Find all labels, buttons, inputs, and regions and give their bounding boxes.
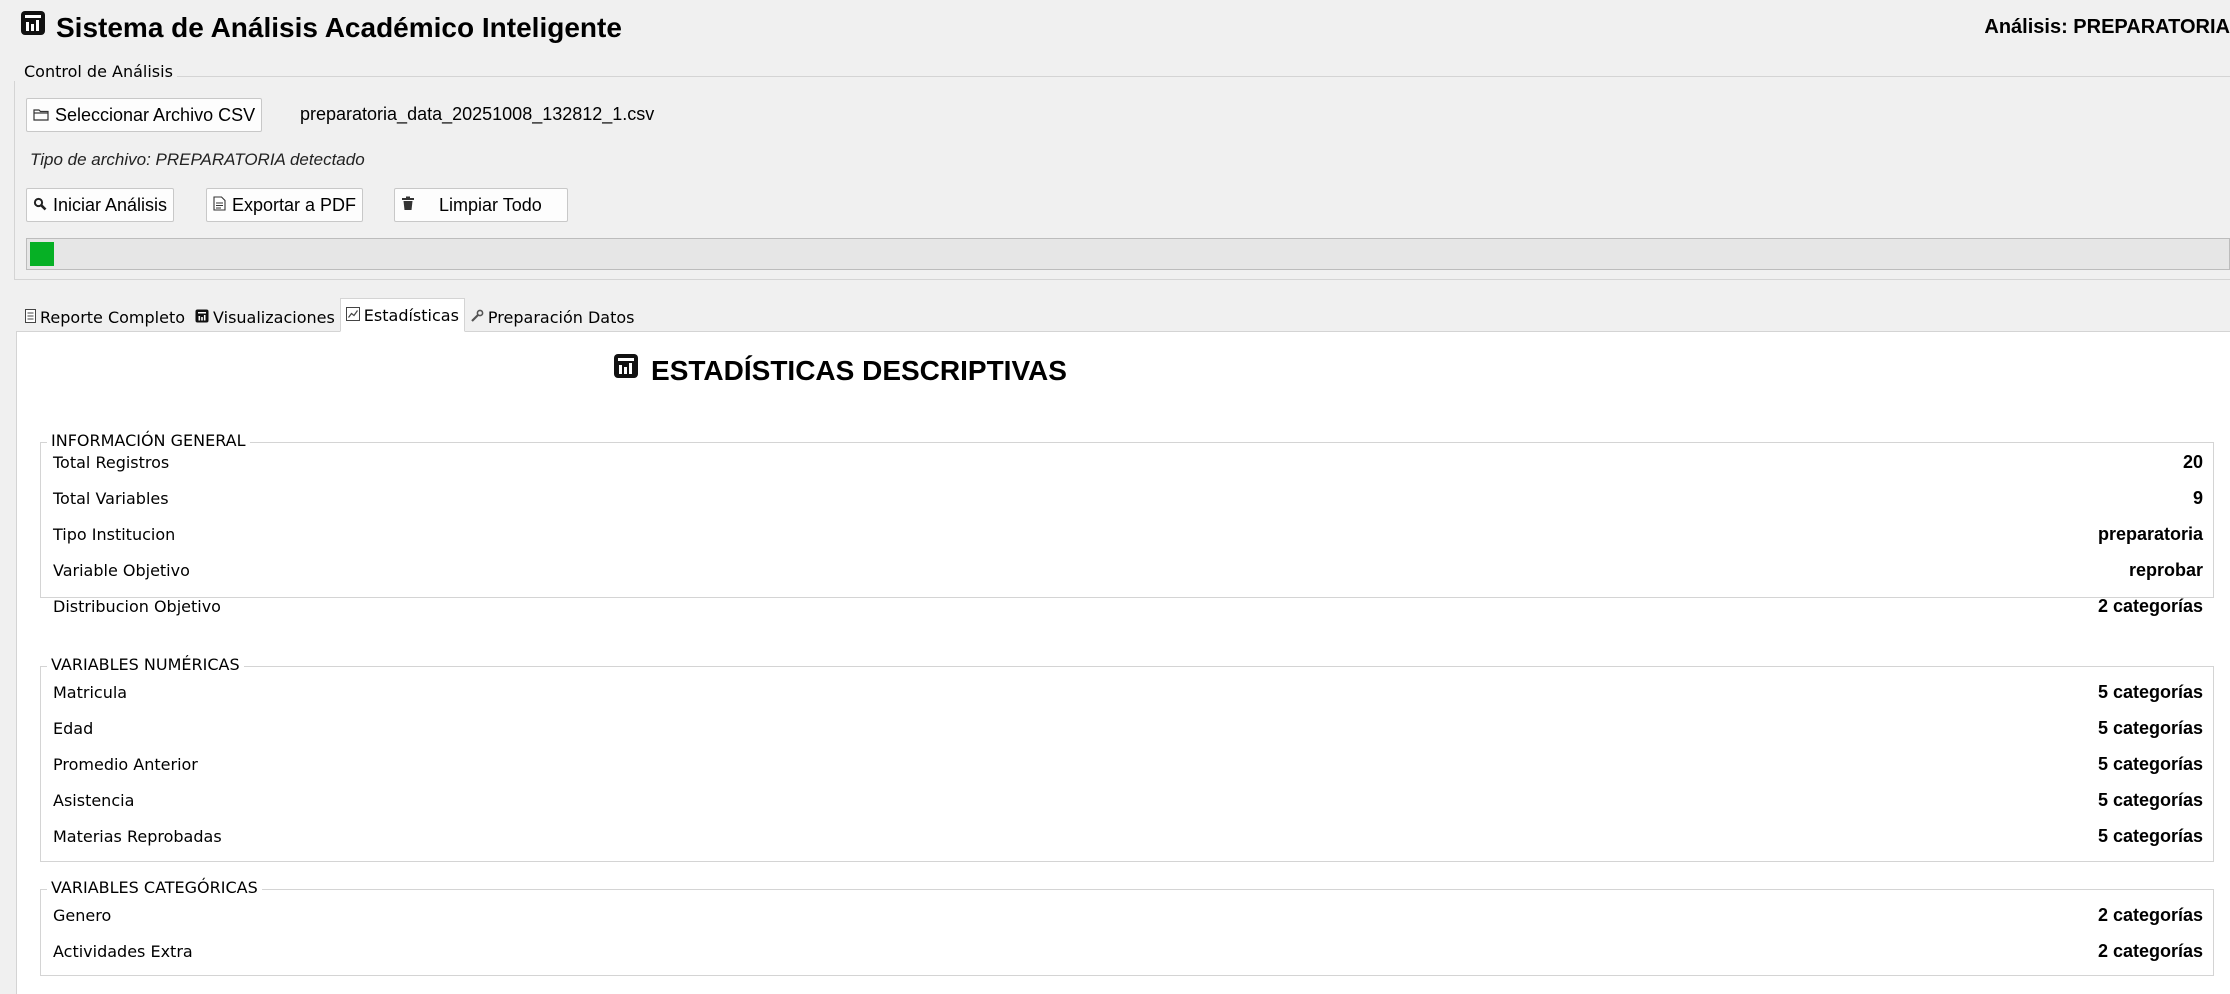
stat-label: Total Variables: [53, 489, 169, 508]
stat-label: Total Registros: [53, 453, 170, 472]
stat-value: preparatoria: [2097, 524, 2203, 544]
stat-value: 5 categorías: [2097, 718, 2203, 738]
group-variables-categoricas: VARIABLES CATEGÓRICAS Genero 2 categoría…: [40, 878, 2214, 976]
stat-row: Genero 2 categorías: [41, 898, 2213, 934]
select-csv-label: Seleccionar Archivo CSV: [55, 104, 256, 125]
export-pdf-label: Exportar a PDF: [232, 194, 357, 215]
stat-label: Materias Reprobadas: [53, 827, 222, 846]
tab-label: Preparación Datos: [487, 307, 635, 327]
tab-label: Reporte Completo: [40, 307, 186, 327]
stat-value: 5 categorías: [2097, 790, 2203, 810]
group-legend: VARIABLES CATEGÓRICAS: [47, 878, 262, 897]
stat-value: 5 categorías: [2097, 754, 2203, 774]
stat-value: 2 categorías: [2097, 941, 2203, 961]
stat-row: Actividades Extra 2 categorías: [41, 934, 2213, 970]
stat-value: 2 categorías: [2097, 905, 2203, 925]
tab-reporte-completo[interactable]: Reporte Completo: [20, 302, 190, 332]
report-icon: [25, 308, 36, 327]
stat-value: 5 categorías: [2097, 682, 2203, 702]
export-pdf-button[interactable]: Exportar a PDF: [206, 188, 364, 222]
analysis-progress-bar: [26, 238, 2230, 270]
statistics-title-text: ESTADÍSTICAS DESCRIPTIVAS: [651, 355, 1067, 386]
tab-visualizaciones[interactable]: Visualizaciones: [190, 302, 340, 332]
stat-label: Distribucion Objetivo: [53, 597, 221, 616]
start-analysis-button[interactable]: Iniciar Análisis: [26, 188, 175, 222]
stat-value: 2 categorías: [2097, 596, 2203, 616]
line-chart-icon: [345, 306, 360, 325]
group-legend: VARIABLES NUMÉRICAS: [47, 655, 244, 674]
progress-bar-fill: [30, 242, 54, 266]
analysis-type-label: Análisis: PREPARATORIA: [1984, 16, 2230, 38]
stat-row: Edad 5 categorías: [41, 711, 2213, 747]
clear-all-button[interactable]: Limpiar Todo: [394, 188, 568, 222]
tab-strip: Reporte Completo Visualizaciones Estadís…: [20, 298, 639, 332]
trash-icon: [401, 195, 415, 216]
group-informacion-general: INFORMACIÓN GENERAL Total Registros 20 T…: [40, 431, 2214, 616]
chart-icon: [195, 308, 209, 327]
stat-row: Materias Reprobadas 5 categorías: [41, 819, 2213, 855]
stat-label: Genero: [53, 906, 112, 925]
group-variables-numericas: VARIABLES NUMÉRICAS Matricula 5 categorí…: [40, 655, 2214, 862]
stat-label: Promedio Anterior: [53, 755, 198, 774]
tab-label: Visualizaciones: [213, 307, 335, 327]
tab-label: Estadísticas: [363, 305, 459, 325]
folder-icon: [33, 105, 49, 126]
stat-value: 9: [2192, 488, 2203, 508]
chart-icon: [613, 353, 639, 386]
stat-label: Asistencia: [53, 791, 135, 810]
stat-label: Variable Objetivo: [53, 561, 190, 580]
stat-row: Total Registros 20: [41, 445, 2213, 481]
stat-value: 20: [2182, 452, 2203, 472]
app-title-text: Sistema de Análisis Académico Inteligent…: [56, 12, 622, 43]
chart-icon: [20, 10, 46, 43]
stat-row: Promedio Anterior 5 categorías: [41, 747, 2213, 783]
control-group-legend: Control de Análisis: [10, 62, 177, 81]
tab-preparacion-datos[interactable]: Preparación Datos: [465, 302, 640, 332]
stat-label: Actividades Extra: [53, 942, 193, 961]
stat-row: Matricula 5 categorías: [41, 675, 2213, 711]
app-header: Sistema de Análisis Académico Inteligent…: [0, 0, 2230, 58]
selected-file-name: preparatoria_data_20251008_132812_1.csv: [300, 104, 655, 124]
statistics-title: ESTADÍSTICAS DESCRIPTIVAS: [0, 353, 1680, 389]
stat-value: 5 categorías: [2097, 826, 2203, 846]
stat-label: Edad: [53, 719, 94, 738]
document-icon: [213, 195, 226, 216]
wrench-icon: [470, 308, 484, 327]
magnifier-icon: [33, 195, 47, 216]
start-analysis-label: Iniciar Análisis: [53, 194, 168, 215]
stat-row: Total Variables 9: [41, 481, 2213, 517]
stat-row: Distribucion Objetivo 2 categorías: [41, 589, 2213, 625]
file-type-status: Tipo de archivo: PREPARATORIA detectado: [30, 150, 365, 169]
app-title: Sistema de Análisis Académico Inteligent…: [20, 10, 622, 46]
select-csv-button[interactable]: Seleccionar Archivo CSV: [26, 98, 263, 132]
stat-row: Tipo Institucion preparatoria: [41, 517, 2213, 553]
stat-label: Matricula: [53, 683, 128, 702]
stat-value: reprobar: [2128, 560, 2203, 580]
stat-row: Asistencia 5 categorías: [41, 783, 2213, 819]
stat-label: Tipo Institucion: [53, 525, 176, 544]
clear-all-label: Limpiar Todo: [439, 194, 542, 215]
stat-row: Variable Objetivo reprobar: [41, 553, 2213, 589]
tab-estadisticas[interactable]: Estadísticas: [339, 298, 465, 332]
